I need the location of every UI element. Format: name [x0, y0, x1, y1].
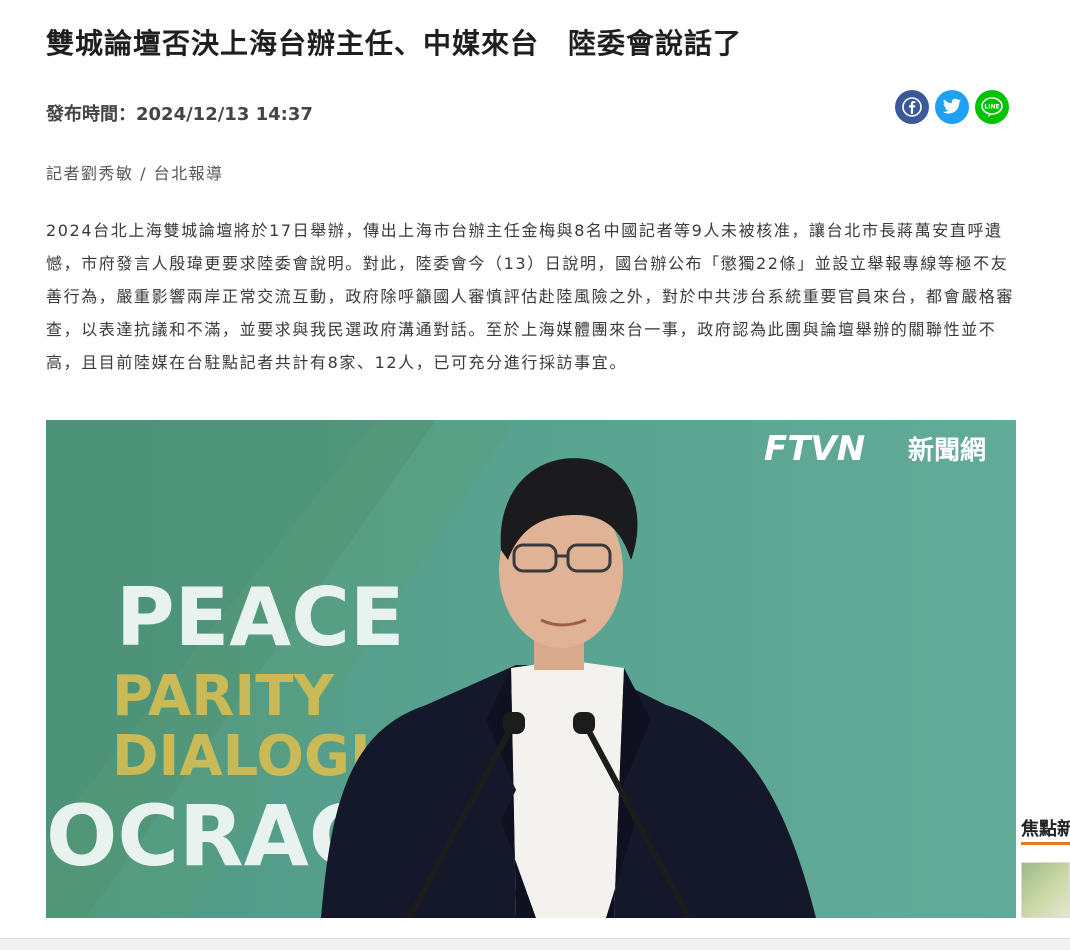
line-icon-label: LINE	[984, 104, 999, 111]
publish-time-value: 2024/12/13 14:37	[136, 104, 313, 125]
sidebar-section-underline	[1021, 842, 1070, 845]
facebook-icon	[902, 97, 922, 117]
backdrop-word-parity: PARITY	[112, 664, 335, 729]
backdrop-word-peace: PEACE	[116, 571, 405, 664]
sidebar-thumbnail[interactable]	[1021, 862, 1070, 918]
byline: 記者劉秀敏 / 台北報導	[46, 164, 224, 183]
article-title: 雙城論壇否決上海台辦主任、中媒來台 陸委會說話了	[46, 27, 743, 60]
twitter-icon	[942, 98, 962, 114]
facebook-share-button[interactable]	[895, 90, 929, 124]
line-share-button[interactable]: LINE	[975, 90, 1009, 124]
logo-text: FTVN	[764, 429, 865, 469]
article-paragraph: 2024台北上海雙城論壇將於17日舉辦，傳出上海市台辦主任金梅與8名中國記者等9…	[46, 221, 1015, 372]
publish-time: 發布時間：2024/12/13 14:37	[46, 100, 313, 126]
sidebar-section-label: 焦點新	[1021, 819, 1070, 840]
backdrop-word-democracy: OCRAC	[46, 787, 370, 885]
share-buttons: LINE	[895, 90, 1009, 124]
line-icon: LINE	[981, 97, 1003, 117]
twitter-share-button[interactable]	[935, 90, 969, 124]
bottom-bar	[0, 938, 1070, 950]
publish-label: 發布時間：	[46, 104, 136, 125]
logo-cn-text: 新聞網	[908, 435, 986, 466]
article-photo: PEACE PARITY DIALOGU OCRAC FTVN 新聞網	[46, 420, 1016, 918]
